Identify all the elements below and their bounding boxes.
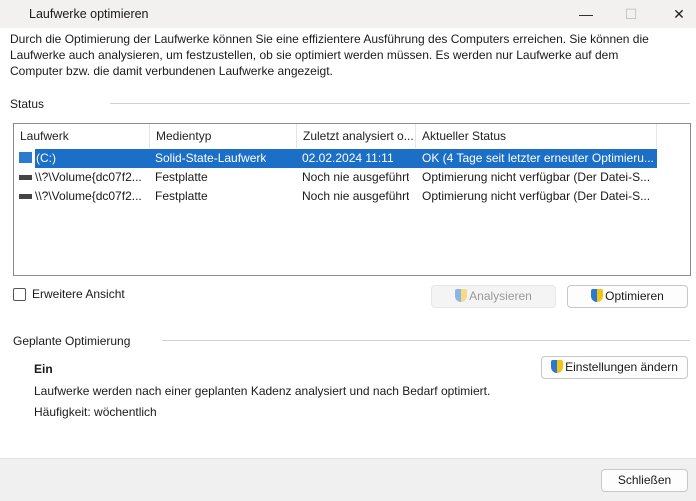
last-analyzed: Noch nie ausgeführt — [302, 189, 410, 203]
schedule-frequency: Häufigkeit: wöchentlich — [34, 405, 157, 419]
description-line-1: Durch die Optimierung der Laufwerke könn… — [10, 32, 649, 46]
media-type: Festplatte — [155, 170, 208, 184]
column-header-status[interactable]: Aktueller Status — [416, 124, 657, 148]
current-status: Optimierung nicht verfügbar (Der Datei-S… — [422, 189, 651, 203]
last-analyzed: 02.02.2024 11:11 — [302, 149, 394, 168]
current-status: Optimierung nicht verfügbar (Der Datei-S… — [422, 170, 651, 184]
status-divider — [110, 103, 690, 104]
drives-list[interactable]: Laufwerk Medientyp Zuletzt analysiert o.… — [13, 123, 691, 276]
description-line-2: Laufwerke auch analysieren, um festzuste… — [10, 48, 619, 62]
drive-name: (C:) — [36, 149, 56, 168]
minimize-button[interactable]: — — [571, 4, 601, 24]
advanced-view-label[interactable]: Erweitere Ansicht — [32, 287, 125, 301]
column-header-drive[interactable]: Laufwerk — [14, 124, 150, 148]
media-type: Festplatte — [155, 189, 208, 203]
ssd-drive-icon — [19, 152, 32, 163]
uac-shield-icon — [551, 360, 564, 373]
last-analyzed: Noch nie ausgeführt — [302, 170, 410, 184]
table-row[interactable]: \\?\Volume{dc07f2... Festplatte Noch nie… — [14, 187, 657, 206]
optimize-button[interactable]: Optimieren — [567, 285, 688, 308]
analyze-button[interactable]: Analysieren — [431, 285, 556, 308]
table-row[interactable]: (C:) Solid-State-Laufwerk 02.02.2024 11:… — [14, 149, 657, 168]
column-header-last-analyzed[interactable]: Zuletzt analysiert o... — [297, 124, 416, 148]
drive-name: \\?\Volume{dc07f2... — [35, 170, 142, 184]
title-bar: Laufwerke optimieren — ☐ ✕ — [0, 0, 696, 28]
uac-shield-icon — [455, 289, 468, 302]
scheduled-group-label: Geplante Optimierung — [13, 334, 131, 348]
close-button[interactable]: Schließen — [601, 469, 688, 492]
maximize-button[interactable]: ☐ — [616, 4, 646, 24]
change-settings-button[interactable]: Einstellungen ändern — [541, 356, 688, 379]
hard-drive-icon — [19, 175, 32, 180]
current-status: OK (4 Tage seit letzter erneuter Optimie… — [422, 149, 654, 168]
table-row[interactable]: \\?\Volume{dc07f2... Festplatte Noch nie… — [14, 168, 657, 187]
description-line-3: Computer bzw. die damit verbundenen Lauf… — [10, 64, 333, 78]
uac-shield-icon — [591, 289, 604, 302]
footer — [0, 458, 696, 501]
advanced-view-checkbox[interactable] — [13, 288, 26, 301]
schedule-state: Ein — [34, 362, 53, 376]
media-type: Solid-State-Laufwerk — [155, 149, 267, 168]
window-title: Laufwerke optimieren — [29, 7, 149, 21]
drive-name: \\?\Volume{dc07f2... — [35, 189, 142, 203]
status-group-label: Status — [10, 97, 45, 111]
defrag-app-icon — [8, 7, 21, 20]
scheduled-divider — [162, 340, 690, 341]
close-window-button[interactable]: ✕ — [664, 4, 694, 24]
hard-drive-icon — [19, 194, 32, 199]
schedule-description: Laufwerke werden nach einer geplanten Ka… — [34, 384, 491, 398]
column-header-media[interactable]: Medientyp — [150, 124, 297, 148]
